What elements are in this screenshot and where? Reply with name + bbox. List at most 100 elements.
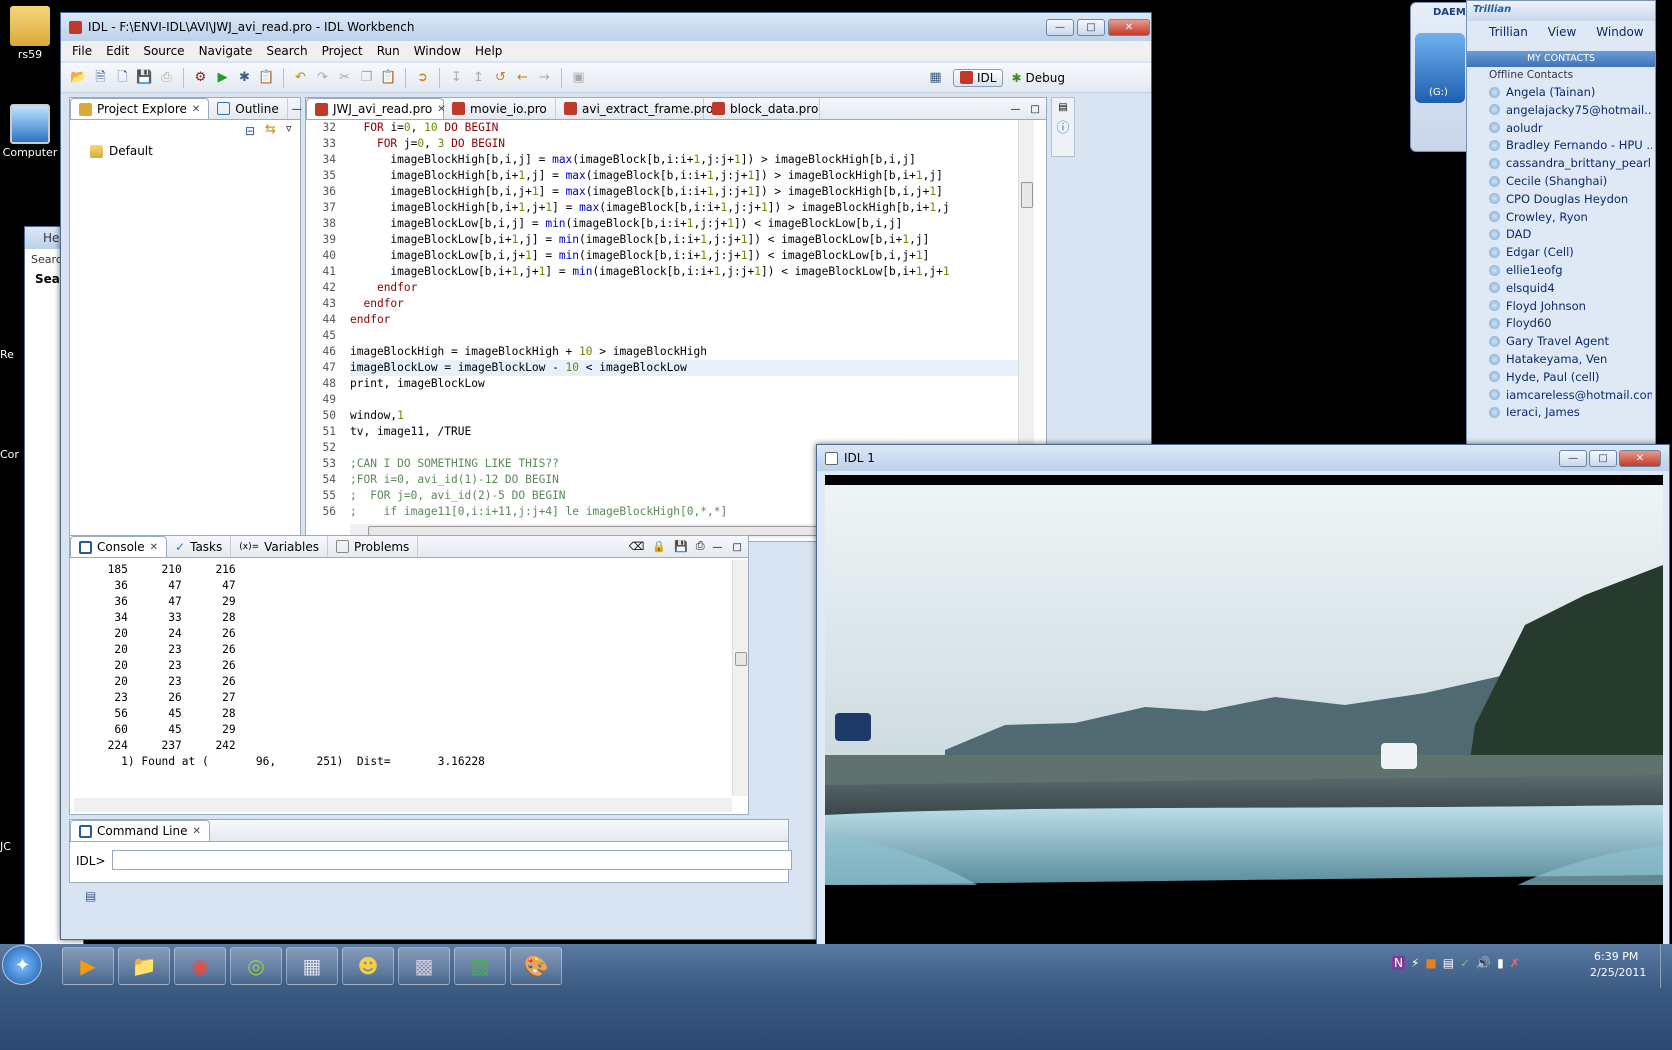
- taskbar-network[interactable]: ▩: [398, 947, 450, 985]
- code-line[interactable]: endfor: [350, 296, 403, 312]
- previous-annotation-icon[interactable]: ↥: [469, 68, 488, 87]
- trillian-contact[interactable]: cassandra_brittany_pearl...: [1467, 154, 1652, 172]
- show-desktop-button[interactable]: [1660, 944, 1672, 988]
- clipboard-icon[interactable]: 📋: [257, 68, 276, 87]
- open-folder-icon[interactable]: 📂: [69, 68, 88, 87]
- code-line[interactable]: imageBlockLow[b,i,j+1] = min(imageBlock[…: [350, 248, 929, 264]
- tab-editor-avi-extract-frame[interactable]: avi_extract_frame.pro: [556, 98, 713, 119]
- copy-icon[interactable]: ❐: [357, 68, 376, 87]
- onenote-tray-icon[interactable]: N: [1392, 956, 1405, 970]
- code-line[interactable]: imageBlockLow[b,i+1,j] = min(imageBlock[…: [350, 232, 929, 248]
- console-output[interactable]: 185 210 216 36 47 47 36 47 29 34 33 28 2…: [74, 562, 724, 794]
- code-line[interactable]: ; FOR j=0, avi_id(2)-5 DO BEGIN: [350, 488, 566, 504]
- trillian-contact[interactable]: CPO Douglas Heydon: [1467, 190, 1652, 208]
- daemon-tray-icon[interactable]: ⚡: [1411, 956, 1419, 970]
- trillian-contact[interactable]: Ieraci, James: [1467, 403, 1652, 421]
- pin-editor-icon[interactable]: ▣: [569, 68, 588, 87]
- console-horizontal-scrollbar[interactable]: [74, 798, 732, 812]
- volume-tray-icon[interactable]: 🔊: [1476, 956, 1491, 970]
- new-file-icon[interactable]: 🗎: [91, 68, 110, 87]
- tab-editor-block-data[interactable]: block_data.pro: [704, 98, 820, 119]
- taskbar-trillian[interactable]: ☻: [342, 947, 394, 985]
- code-line[interactable]: FOR j=0, 3 DO BEGIN: [350, 136, 505, 152]
- trillian-contact[interactable]: Floyd Johnson: [1467, 297, 1652, 315]
- console-vertical-scrollbar[interactable]: [732, 560, 748, 796]
- maximize-button[interactable]: □: [1589, 450, 1617, 467]
- code-line[interactable]: imageBlockHigh[b,i,j] = max(imageBlock[b…: [350, 152, 915, 168]
- code-line[interactable]: imageBlockHigh[b,i+1,j+1] = max(imageBlo…: [350, 200, 949, 216]
- taskbar-idl[interactable]: ▨: [454, 947, 506, 985]
- avira-tray-icon[interactable]: ■: [1425, 956, 1436, 970]
- trillian-contact[interactable]: Bradley Fernando - HPU ...: [1467, 136, 1652, 154]
- back-icon[interactable]: ←: [513, 68, 532, 87]
- code-line[interactable]: ;FOR i=0, avi_id(1)-12 DO BEGIN: [350, 472, 559, 488]
- trillian-group-offline[interactable]: Offline Contacts: [1489, 69, 1573, 81]
- paste-icon[interactable]: 📋: [379, 68, 398, 87]
- menu-run[interactable]: Run: [370, 44, 407, 58]
- trillian-menu-window[interactable]: Window: [1596, 25, 1643, 47]
- code-line[interactable]: imageBlockHigh = imageBlockHigh + 10 > i…: [350, 344, 707, 360]
- tab-project-explorer[interactable]: Project Explore ✕: [70, 98, 210, 119]
- cut-icon[interactable]: ✂: [335, 68, 354, 87]
- menu-help[interactable]: Help: [468, 44, 509, 58]
- menu-navigate[interactable]: Navigate: [192, 44, 260, 58]
- tab-console[interactable]: Console ✕: [70, 536, 168, 557]
- tab-tasks[interactable]: ✓ Tasks: [167, 536, 232, 557]
- clock-time[interactable]: 6:39 PM: [1594, 950, 1638, 963]
- trillian-contact[interactable]: iamcareless@hotmail.com: [1467, 386, 1652, 404]
- trillian-contact[interactable]: DAD: [1467, 225, 1652, 243]
- scrollbar-thumb[interactable]: [735, 652, 747, 666]
- minimize-button[interactable]: —: [1046, 19, 1074, 36]
- status-bar-icon[interactable]: ▤: [85, 889, 96, 903]
- code-line[interactable]: tv, image11, /TRUE: [350, 424, 471, 440]
- open-perspective-icon[interactable]: ▦: [926, 68, 945, 87]
- taskbar-explorer[interactable]: 📁: [118, 947, 170, 985]
- taskbar-chrome[interactable]: ◉: [174, 947, 226, 985]
- trillian-contact[interactable]: ellie1eofg: [1467, 261, 1652, 279]
- taskbar-paint[interactable]: 🎨: [510, 947, 562, 985]
- trillian-contact[interactable]: Hyde, Paul (cell): [1467, 368, 1652, 386]
- scroll-lock-icon[interactable]: 🔒: [648, 540, 670, 557]
- perspective-debug-button[interactable]: ✱ Debug: [1011, 71, 1065, 85]
- battery-tray-icon[interactable]: ▮: [1497, 956, 1504, 970]
- debug-icon[interactable]: ✱: [235, 68, 254, 87]
- taskbar-media-player[interactable]: ▶: [62, 947, 114, 985]
- next-annotation-icon[interactable]: ↧: [447, 68, 466, 87]
- minimize-view-icon[interactable]: —: [288, 104, 306, 119]
- link-editor-icon[interactable]: ⇆: [265, 122, 276, 137]
- code-line[interactable]: imageBlockLow = imageBlockLow - 10 < ima…: [350, 360, 687, 376]
- usb-tray-icon[interactable]: ▤: [1443, 956, 1454, 970]
- trillian-contact[interactable]: Angela (Tainan): [1467, 83, 1652, 101]
- close-tab-icon[interactable]: ✕: [193, 826, 201, 837]
- trillian-window[interactable]: Trillian Trillian View Window MY CONTACT…: [1466, 0, 1656, 445]
- menu-source[interactable]: Source: [136, 44, 191, 58]
- compile-icon[interactable]: ⚙: [191, 68, 210, 87]
- tab-outline[interactable]: Outline: [209, 98, 288, 119]
- tab-variables[interactable]: (x)= Variables: [231, 536, 328, 557]
- minimize-button[interactable]: —: [1559, 450, 1587, 467]
- collapse-all-icon[interactable]: ⊟: [245, 124, 255, 138]
- minimize-view-icon[interactable]: —: [1007, 104, 1025, 119]
- desktop-icon-rs59[interactable]: rs59: [0, 6, 60, 61]
- trillian-contact[interactable]: Gary Travel Agent: [1467, 332, 1652, 350]
- trillian-contact[interactable]: aoludr: [1467, 119, 1652, 137]
- redo-icon[interactable]: ↷: [313, 68, 332, 87]
- trillian-contact[interactable]: Floyd60: [1467, 314, 1652, 332]
- code-line[interactable]: imageBlockLow[b,i+1,j+1] = min(imageBloc…: [350, 264, 949, 280]
- undo-icon[interactable]: ↶: [291, 68, 310, 87]
- start-button[interactable]: ✦: [2, 945, 42, 985]
- close-button[interactable]: ✕: [1108, 19, 1150, 36]
- clock-date[interactable]: 2/25/2011: [1590, 966, 1646, 979]
- tab-command-line[interactable]: Command Line ✕: [70, 820, 210, 841]
- code-line[interactable]: print, imageBlockLow: [350, 376, 485, 392]
- tab-problems[interactable]: Problems: [328, 536, 419, 557]
- code-line[interactable]: window,1: [350, 408, 404, 424]
- save-console-icon[interactable]: 💾: [670, 540, 692, 557]
- code-line[interactable]: imageBlockLow[b,i,j] = min(imageBlock[b,…: [350, 216, 902, 232]
- close-button[interactable]: ✕: [1619, 450, 1661, 467]
- menu-window[interactable]: Window: [407, 44, 468, 58]
- code-line[interactable]: ; if image11[0,i:i+11,j:j+4] le imageBlo…: [350, 504, 727, 520]
- trillian-contact[interactable]: elsquid4: [1467, 279, 1652, 297]
- tab-editor-jwj-avi-read[interactable]: JWJ_avi_read.pro ✕: [306, 98, 446, 119]
- close-tab-icon[interactable]: ✕: [192, 104, 200, 115]
